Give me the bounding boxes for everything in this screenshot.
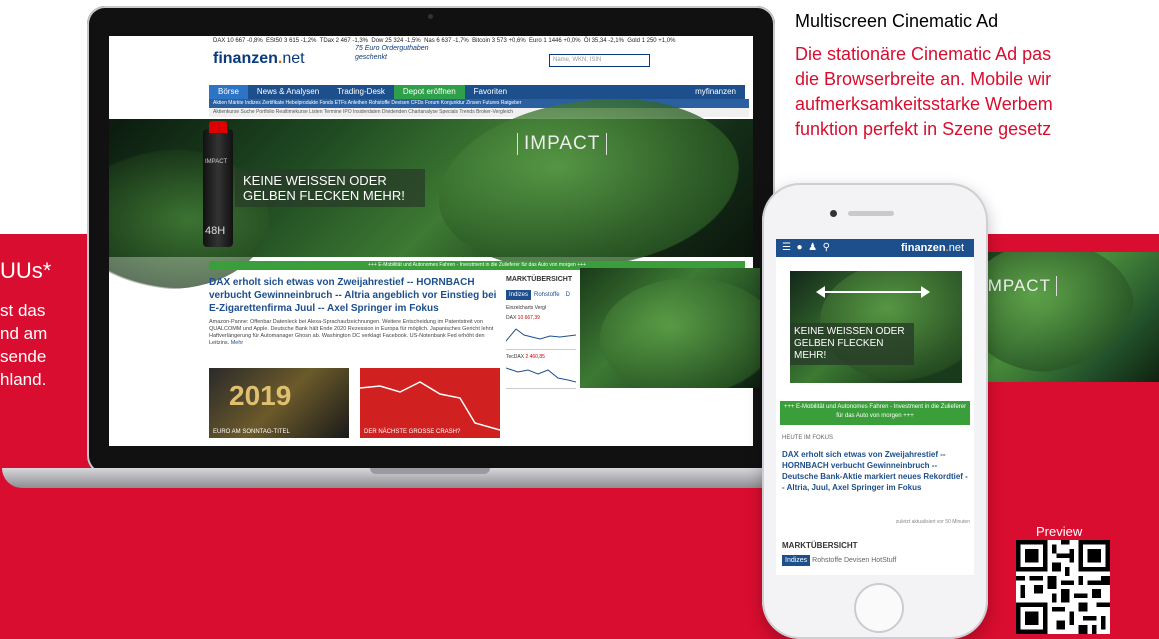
- phone-camera: [830, 210, 837, 217]
- nav-item-trading-desk[interactable]: Trading-Desk: [328, 85, 394, 99]
- mobile-logo[interactable]: finanzen.net: [901, 239, 964, 257]
- left-panel-line: nd am: [0, 324, 48, 343]
- impact-logo: IMPACT: [984, 276, 1057, 296]
- read-more-link[interactable]: Mehr: [231, 340, 244, 346]
- article-teaser: Amazon-Panne: Offenbar Datenleck bei Ale…: [209, 319, 497, 347]
- impact-logo: IMPACT: [517, 133, 608, 155]
- search-input[interactable]: Name, WKN, ISIN: [549, 54, 650, 67]
- teaser-image-year: 2019: [229, 380, 292, 411]
- site-logo[interactable]: finanzen.net: [213, 50, 305, 68]
- updated-timestamp: zuletzt aktualisiert vor 50 Minuten: [895, 519, 970, 525]
- tab-more[interactable]: D: [563, 290, 573, 300]
- ticker-item[interactable]: DAX 10 667 -0,8%: [213, 38, 263, 44]
- logo-suffix: net: [282, 50, 305, 67]
- lead-article: DAX erholt sich etwas von Zweijahrestief…: [209, 276, 497, 347]
- ticker-item[interactable]: Gold 1 250 +1,0%: [627, 38, 675, 44]
- ticker-item[interactable]: ESt50 3 615 -1,2%: [266, 38, 316, 44]
- tab-indizes[interactable]: Indizes: [782, 555, 811, 566]
- market-tabs: Indizes Rohstoffe Devisen HotStuff: [782, 555, 896, 566]
- right-panel-line: die Browserbreite an. Mobile wir: [795, 69, 1052, 89]
- teaser-image-euro[interactable]: 2019 EURO AM SONNTAG-TITEL: [209, 368, 349, 438]
- cinematic-ad-banner[interactable]: IMPACT 48H IMPACT KEINE WEISSEN ODER GEL…: [109, 99, 753, 289]
- article-teaser-text: Amazon-Panne: Offenbar Datenleck bei Ale…: [209, 319, 494, 346]
- left-panel-text: st das nd am sende hland.: [0, 299, 47, 391]
- main-nav: Börse News & Analysen Trading-Desk Depot…: [209, 85, 745, 99]
- left-panel-title: UUs*: [0, 258, 52, 283]
- user-icon[interactable]: ♟: [808, 242, 817, 253]
- tab-rohstoffe[interactable]: Rohstoffe: [812, 557, 842, 564]
- preview-label: Preview: [1036, 524, 1083, 539]
- logo-suffix: net: [948, 242, 964, 254]
- product-label: 48H: [205, 225, 226, 237]
- tab-devisen[interactable]: Devisen: [844, 557, 869, 564]
- left-panel-line: hland.: [0, 370, 47, 389]
- mobile-header: ☰ ● ♟ ⚲ finanzen.net: [776, 239, 974, 257]
- teaser-caption: DER NÄCHSTE GROSSE CRASH?: [364, 429, 461, 435]
- crash-chart-graphic: [360, 381, 500, 431]
- article-headline[interactable]: DAX erholt sich etwas von Zweijahrestief…: [209, 276, 497, 315]
- home-button[interactable]: [854, 583, 904, 633]
- ticker-item[interactable]: Öl 35,34 -2,1%: [584, 38, 624, 44]
- product-brand: IMPACT: [205, 159, 228, 165]
- subtab-vergleich[interactable]: Vergl: [535, 305, 546, 311]
- leaf-decoration: [439, 99, 739, 269]
- phone-screen: ☰ ● ♟ ⚲ finanzen.net KEINE WEISSEN ODER …: [776, 239, 974, 575]
- phone-speaker: [848, 211, 894, 216]
- smartphone: ☰ ● ♟ ⚲ finanzen.net KEINE WEISSEN ODER …: [762, 183, 988, 639]
- product-cap: [209, 121, 227, 133]
- logo-main: finanzen: [213, 50, 278, 67]
- ad-right-strip: IMPACT: [984, 252, 1159, 382]
- double-arrow-icon: [816, 286, 930, 298]
- teaser-caption: EURO AM SONNTAG-TITEL: [213, 429, 290, 435]
- market-subtabs: Einzelcharts Vergl: [506, 305, 578, 311]
- right-panel-line: aufmerksamkeitsstarke Werbem: [795, 94, 1053, 114]
- left-panel-line: st das: [0, 301, 46, 320]
- left-panel-line: sende: [0, 347, 47, 366]
- subtab-einzelcharts[interactable]: Einzelcharts: [506, 305, 533, 311]
- section-label: HEUTE IM FOKUS: [782, 435, 834, 441]
- laptop-camera: [428, 14, 433, 19]
- leaf-decoration: [984, 252, 1134, 372]
- qr-code-icon[interactable]: [1016, 540, 1110, 634]
- mini-chart: [505, 321, 577, 350]
- menu-icon[interactable]: ☰: [782, 242, 791, 253]
- teaser-image-crash[interactable]: DER NÄCHSTE GROSSE CRASH?: [360, 368, 500, 438]
- laptop-notch: [370, 468, 490, 474]
- ad-overflow-segment: [580, 268, 760, 388]
- tab-rohstoffe[interactable]: Rohstoffe: [531, 290, 563, 300]
- mobile-ad-banner[interactable]: KEINE WEISSEN ODER GELBEN FLECKEN MEHR!: [790, 271, 962, 383]
- market-tabs: Indizes Rohstoffe D: [506, 283, 578, 301]
- market-overview-widget: MARKTÜBERSICHT Indizes Rohstoffe D Einzelc…: [505, 276, 578, 389]
- clock-icon[interactable]: ●: [797, 242, 803, 253]
- ticker-item[interactable]: Bitcoin 3 573 +0,6%: [472, 38, 526, 44]
- mini-chart: [505, 360, 577, 389]
- ad-slogan: KEINE WEISSEN ODER GELBEN FLECKEN MEHR!: [790, 323, 914, 365]
- market-overview-title: MARKTÜBERSICHT: [782, 541, 858, 550]
- right-panel-title: Multiscreen Cinematic Ad: [795, 11, 999, 31]
- nav-item-boerse[interactable]: Börse: [209, 85, 248, 99]
- leaf-decoration: [600, 278, 760, 388]
- product-can: IMPACT 48H: [203, 121, 233, 247]
- ticker-item[interactable]: Euro 1 1446 +0,0%: [529, 38, 581, 44]
- tab-hotstuff[interactable]: HotStuff: [871, 557, 896, 564]
- nav-item-news[interactable]: News & Analysen: [248, 85, 328, 99]
- market-overview-title: MARKTÜBERSICHT: [506, 276, 573, 283]
- article-headline[interactable]: DAX erholt sich etwas von Zweijahrestief…: [782, 449, 968, 493]
- promo-text[interactable]: 75 Euro Orderguthaben geschenkt: [355, 44, 445, 62]
- tab-indizes[interactable]: Indizes: [506, 290, 532, 300]
- logo-main: finanzen: [901, 242, 946, 254]
- laptop-lid: DAX 10 667 -0,8% ESt50 3 615 -1,2% TDax …: [87, 6, 775, 474]
- nav-item-myfinanzen[interactable]: myfinanzen: [686, 85, 745, 99]
- right-panel-line: Die stationäre Cinematic Ad pas: [795, 44, 1052, 64]
- search-icon[interactable]: ⚲: [823, 242, 830, 253]
- promo-green-bar[interactable]: +++ E-Mobilität und Autonomes Fahren - I…: [780, 401, 970, 425]
- nav-item-depot[interactable]: Depot eröffnen: [393, 85, 465, 99]
- nav-item-favoriten[interactable]: Favoriten: [465, 85, 516, 99]
- right-panel-line: funktion perfekt in Szene gesetz: [795, 119, 1052, 139]
- ad-slogan: KEINE WEISSEN ODER GELBEN FLECKEN MEHR!: [235, 169, 425, 207]
- right-panel-text: Die stationäre Cinematic Ad pas die Brow…: [795, 42, 1159, 142]
